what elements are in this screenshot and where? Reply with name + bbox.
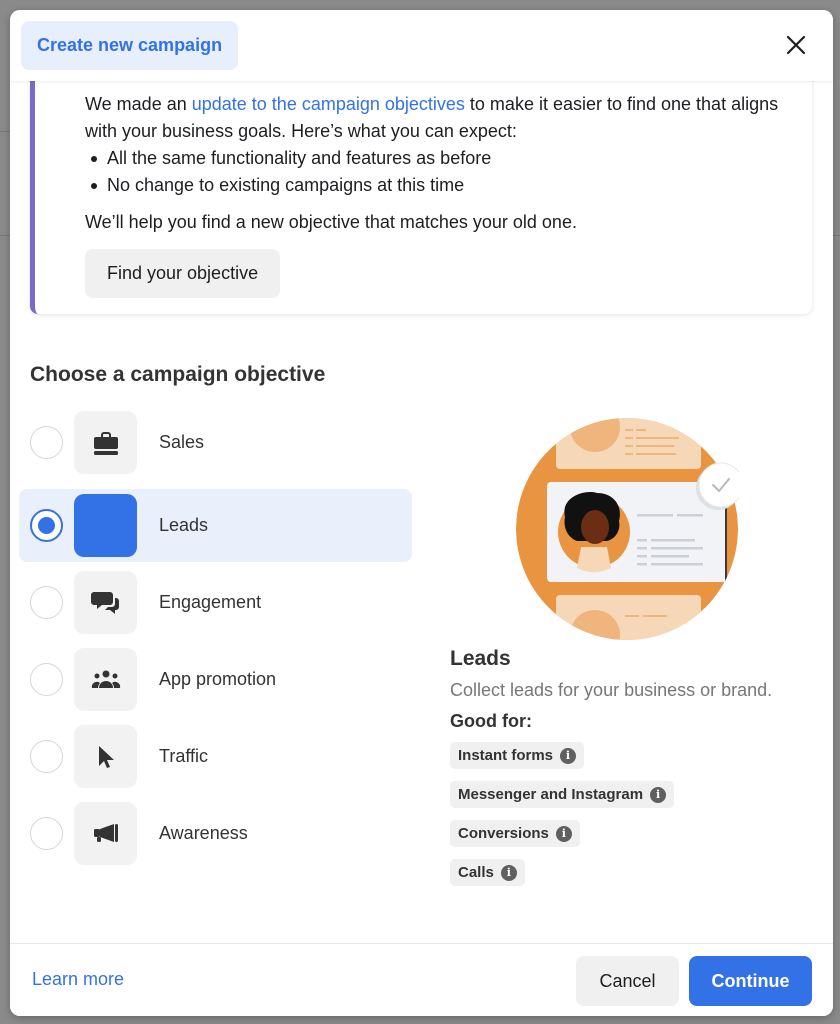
objective-option-engagement[interactable]: Engagement — [19, 566, 412, 639]
radio-button[interactable] — [30, 586, 63, 619]
radio-button[interactable] — [30, 426, 63, 459]
notice-bullet: No change to existing campaigns at this … — [89, 172, 785, 199]
cancel-button[interactable]: Cancel — [576, 956, 679, 1006]
notice-bullets: All the same functionality and features … — [89, 145, 785, 199]
notice-intro: We made an update to the campaign object… — [85, 91, 785, 145]
tag-label: Messenger and Instagram — [458, 786, 644, 803]
lead-card-illustration — [515, 417, 744, 641]
objective-option-sales[interactable]: Sales — [19, 406, 412, 479]
cursor-pointer-icon — [98, 745, 114, 768]
megaphone-icon — [93, 823, 118, 842]
objective-label: Awareness — [159, 823, 248, 843]
radio-button[interactable] — [30, 740, 63, 773]
close-icon — [786, 35, 806, 55]
good-for-tags: Instant forms i Messenger and Instagram … — [450, 742, 820, 886]
objective-icon-box — [74, 411, 137, 474]
info-icon[interactable]: i — [650, 786, 667, 803]
good-for-label: Good for: — [450, 711, 532, 731]
info-icon[interactable]: i — [500, 864, 517, 881]
objective-label: Traffic — [159, 746, 209, 766]
good-for-tag: Calls i — [450, 859, 525, 886]
good-for-tag: Conversions i — [450, 820, 580, 847]
background-divider — [0, 235, 10, 236]
objective-label: Engagement — [159, 592, 262, 612]
chat-bubbles-icon — [90, 591, 119, 614]
good-for-tag: Instant forms i — [450, 742, 585, 769]
notice-bullet: All the same functionality and features … — [89, 145, 785, 172]
notice-intro-text: We made an — [85, 94, 192, 114]
dialog-footer: Learn more Cancel Continue — [10, 943, 833, 1016]
find-your-objective-button[interactable]: Find your objective — [85, 249, 281, 298]
objective-option-traffic[interactable]: Traffic — [19, 720, 412, 793]
tag-label: Conversions — [458, 825, 549, 842]
campaign-objectives-update-link[interactable]: update to the campaign objectives — [192, 94, 465, 114]
tag-label: Instant forms — [458, 747, 554, 764]
objective-icon-box — [74, 802, 137, 865]
good-for-tag: Messenger and Instagram i — [450, 781, 675, 808]
detail-title: Leads — [450, 647, 511, 670]
objective-option-app-promotion[interactable]: App promotion — [19, 643, 412, 716]
info-icon[interactable]: i — [560, 747, 577, 764]
tag-label: Calls — [458, 864, 494, 881]
dialog-title: Create new campaign — [21, 21, 239, 70]
radio-button-selected[interactable] — [30, 509, 63, 542]
close-button[interactable] — [783, 32, 809, 58]
radio-button[interactable] — [30, 817, 63, 850]
dialog-title-text: Create new campaign — [37, 35, 223, 55]
people-group-icon — [91, 670, 120, 688]
radio-selected-dot — [38, 517, 55, 534]
create-campaign-dialog: Create new campaign We made an update to… — [10, 10, 833, 1016]
objective-icon-box — [74, 648, 137, 711]
objective-icon-box — [74, 571, 137, 634]
objective-label: Leads — [159, 515, 209, 535]
objective-option-leads[interactable]: Leads — [19, 489, 412, 562]
continue-button[interactable]: Continue — [689, 956, 812, 1006]
detail-description: Collect leads for your business or brand… — [450, 680, 773, 700]
info-icon[interactable]: i — [555, 825, 572, 842]
objectives-update-notice: We made an update to the campaign object… — [30, 81, 812, 314]
background-divider — [833, 235, 840, 236]
objective-detail-panel: Leads Collect leads for your business or… — [450, 647, 820, 886]
objective-option-awareness[interactable]: Awareness — [19, 797, 412, 870]
radio-button[interactable] — [30, 663, 63, 696]
briefcase-icon — [93, 431, 118, 455]
objective-section-title: Choose a campaign objective — [30, 363, 326, 386]
leads-icon — [74, 494, 137, 557]
notice-help-text: We’ll help you find a new objective that… — [85, 212, 577, 232]
dialog-body: We made an update to the campaign object… — [10, 81, 833, 943]
objective-icon-box — [74, 725, 137, 788]
objective-label: App promotion — [159, 669, 277, 689]
objective-label: Sales — [159, 432, 205, 452]
background-divider — [0, 131, 10, 132]
learn-more-link[interactable]: Learn more — [32, 969, 124, 990]
notice-text: We made an update to the campaign object… — [85, 91, 785, 236]
dialog-header: Create new campaign — [10, 10, 833, 81]
